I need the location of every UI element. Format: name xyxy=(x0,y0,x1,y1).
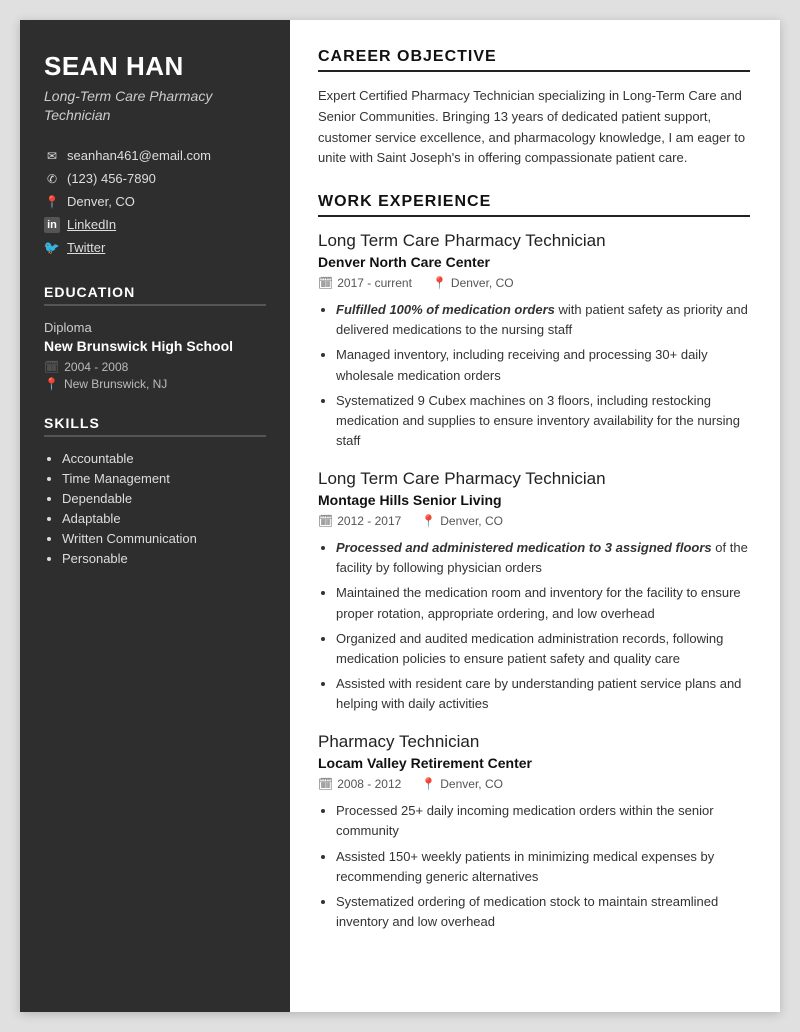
job-1-location: 📍 Denver, CO xyxy=(432,276,514,290)
contact-twitter[interactable]: 🐦 Twitter xyxy=(44,240,266,256)
job-3-meta: 🗓 2008 - 2012 📍 Denver, CO xyxy=(318,777,750,791)
skill-adaptable: Adaptable xyxy=(62,511,266,526)
job-2-bullet-1: Processed and administered medication to… xyxy=(336,538,750,578)
job-2: Long Term Care Pharmacy Technician Monta… xyxy=(318,469,750,714)
candidate-name: SEAN HAN xyxy=(44,52,266,81)
job-2-company: Montage Hills Senior Living xyxy=(318,492,750,508)
edu-years: 🗓 2004 - 2008 xyxy=(44,360,266,374)
edu-degree: Diploma xyxy=(44,320,266,335)
resume-container: SEAN HAN Long-Term Care Pharmacy Technic… xyxy=(20,20,780,1012)
education-section-title: EDUCATION xyxy=(44,284,266,306)
twitter-icon: 🐦 xyxy=(44,240,60,256)
job-3-title: Pharmacy Technician xyxy=(318,732,750,752)
edu-school: New Brunswick High School xyxy=(44,337,266,355)
job-2-location: 📍 Denver, CO xyxy=(421,514,503,528)
candidate-title: Long-Term Care Pharmacy Technician xyxy=(44,87,266,126)
twitter-link[interactable]: Twitter xyxy=(67,240,105,255)
job-3: Pharmacy Technician Locam Valley Retirem… xyxy=(318,732,750,932)
contact-linkedin[interactable]: in LinkedIn xyxy=(44,217,266,233)
calendar-icon-3: 🗓 xyxy=(318,777,333,791)
job-1-bullet-1-bold: Fulfilled 100% of medication orders xyxy=(336,302,555,317)
pin-icon-2: 📍 xyxy=(421,514,436,528)
contact-list: ✉ seanhan461@email.com ✆ (123) 456-7890 … xyxy=(44,148,266,256)
skill-dependable: Dependable xyxy=(62,491,266,506)
job-1-meta: 🗓 2017 - current 📍 Denver, CO xyxy=(318,276,750,290)
job-2-meta: 🗓 2012 - 2017 📍 Denver, CO xyxy=(318,514,750,528)
job-2-bullet-2: Maintained the medication room and inven… xyxy=(336,583,750,623)
job-2-bullet-4: Assisted with resident care by understan… xyxy=(336,674,750,714)
contact-phone: ✆ (123) 456-7890 xyxy=(44,171,266,187)
job-1: Long Term Care Pharmacy Technician Denve… xyxy=(318,231,750,451)
contact-location: 📍 Denver, CO xyxy=(44,194,266,210)
calendar-icon: 🗓 xyxy=(44,360,59,374)
skill-written-communication: Written Communication xyxy=(62,531,266,546)
skills-section-title: SKILLS xyxy=(44,415,266,437)
job-3-years: 🗓 2008 - 2012 xyxy=(318,777,401,791)
job-1-bullet-3: Systematized 9 Cubex machines on 3 floor… xyxy=(336,391,750,451)
pin-icon-1: 📍 xyxy=(432,276,447,290)
career-objective-section: CAREER OBJECTIVE Expert Certified Pharma… xyxy=(318,48,750,169)
job-2-bullet-3: Organized and audited medication adminis… xyxy=(336,629,750,669)
work-experience-section: WORK EXPERIENCE Long Term Care Pharmacy … xyxy=(318,193,750,932)
skill-time-management: Time Management xyxy=(62,471,266,486)
pin-icon: 📍 xyxy=(44,377,59,391)
skill-personable: Personable xyxy=(62,551,266,566)
job-1-title: Long Term Care Pharmacy Technician xyxy=(318,231,750,251)
job-3-company: Locam Valley Retirement Center xyxy=(318,755,750,771)
edu-location: 📍 New Brunswick, NJ xyxy=(44,377,266,391)
pin-icon-3: 📍 xyxy=(421,777,436,791)
linkedin-link[interactable]: LinkedIn xyxy=(67,217,116,232)
skills-list: Accountable Time Management Dependable A… xyxy=(44,451,266,566)
career-objective-title: CAREER OBJECTIVE xyxy=(318,48,750,72)
calendar-icon-1: 🗓 xyxy=(318,276,333,290)
linkedin-icon: in xyxy=(44,217,60,233)
location-icon: 📍 xyxy=(44,194,60,210)
sidebar: SEAN HAN Long-Term Care Pharmacy Technic… xyxy=(20,20,290,1012)
contact-email: ✉ seanhan461@email.com xyxy=(44,148,266,164)
email-icon: ✉ xyxy=(44,148,60,164)
career-objective-text: Expert Certified Pharmacy Technician spe… xyxy=(318,86,750,169)
main-content: CAREER OBJECTIVE Expert Certified Pharma… xyxy=(290,20,780,1012)
job-3-bullet-2: Assisted 150+ weekly patients in minimiz… xyxy=(336,847,750,887)
job-1-years: 🗓 2017 - current xyxy=(318,276,412,290)
job-2-bullets: Processed and administered medication to… xyxy=(318,538,750,714)
job-2-title: Long Term Care Pharmacy Technician xyxy=(318,469,750,489)
job-2-bullet-1-bold: Processed and administered medication to… xyxy=(336,540,712,555)
job-1-bullets: Fulfilled 100% of medication orders with… xyxy=(318,300,750,451)
calendar-icon-2: 🗓 xyxy=(318,514,333,528)
job-3-bullets: Processed 25+ daily incoming medication … xyxy=(318,801,750,932)
job-3-location: 📍 Denver, CO xyxy=(421,777,503,791)
phone-icon: ✆ xyxy=(44,171,60,187)
job-1-bullet-1: Fulfilled 100% of medication orders with… xyxy=(336,300,750,340)
job-1-company: Denver North Care Center xyxy=(318,254,750,270)
job-1-bullet-2: Managed inventory, including receiving a… xyxy=(336,345,750,385)
skill-accountable: Accountable xyxy=(62,451,266,466)
work-experience-title: WORK EXPERIENCE xyxy=(318,193,750,217)
job-3-bullet-1: Processed 25+ daily incoming medication … xyxy=(336,801,750,841)
job-3-bullet-3: Systematized ordering of medication stoc… xyxy=(336,892,750,932)
job-2-years: 🗓 2012 - 2017 xyxy=(318,514,401,528)
